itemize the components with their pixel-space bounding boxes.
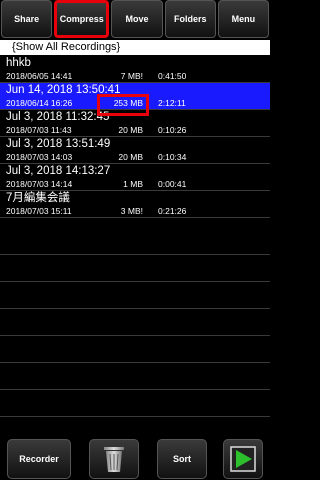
- recording-row[interactable]: 7月編集会議 2018/07/03 15:11 3 MB! 0:21:26: [0, 191, 270, 218]
- recording-date: 2018/07/03 11:43: [6, 125, 72, 135]
- recording-duration: 0:21:26: [158, 206, 187, 216]
- recording-row[interactable]: Jul 3, 2018 14:13:27 2018/07/03 14:14 1 …: [0, 164, 270, 191]
- empty-row-divider: [0, 281, 270, 282]
- recording-row[interactable]: hhkb 2018/06/05 14:41 7 MB! 0:41:50: [0, 56, 270, 83]
- trash-can-icon: [104, 447, 124, 472]
- empty-row-divider: [0, 308, 270, 309]
- recording-duration: 0:10:34: [158, 152, 187, 162]
- recording-row[interactable]: Jul 3, 2018 13:51:49 2018/07/03 14:03 20…: [0, 137, 270, 164]
- empty-row-divider: [0, 254, 270, 255]
- sort-button[interactable]: Sort: [157, 439, 207, 479]
- menu-button[interactable]: Menu: [217, 0, 270, 38]
- recording-duration: 0:41:50: [158, 71, 187, 81]
- recording-title: Jul 3, 2018 13:51:49: [6, 138, 111, 150]
- recording-size: 20 MB: [118, 152, 143, 162]
- empty-row-divider: [0, 362, 270, 363]
- empty-row-divider: [0, 416, 270, 417]
- recording-size: 20 MB: [118, 125, 143, 135]
- recording-date: 2018/06/14 16:26: [6, 98, 73, 108]
- recording-date: 2018/07/03 15:11: [6, 206, 72, 216]
- play-button[interactable]: [223, 439, 263, 479]
- show-all-recordings-filter[interactable]: {Show All Recordings}: [0, 40, 270, 55]
- recording-date: 2018/07/03 14:14: [6, 179, 73, 189]
- recording-size: 1 MB: [123, 179, 143, 189]
- recording-title: 7月編集会議: [6, 192, 70, 204]
- play-icon: [230, 446, 256, 472]
- recording-date: 2018/07/03 14:03: [6, 152, 73, 162]
- recorder-button[interactable]: Recorder: [7, 439, 71, 479]
- recording-title: Jul 3, 2018 11:32:45: [6, 111, 110, 123]
- recording-date: 2018/06/05 14:41: [6, 71, 73, 81]
- recording-title: Jul 3, 2018 14:13:27: [6, 165, 111, 177]
- size-highlight-box: [97, 94, 149, 116]
- recording-title: hhkb: [6, 57, 31, 69]
- move-button[interactable]: Move: [111, 0, 163, 38]
- top-toolbar: Share Compress Move Folders Menu: [0, 0, 270, 40]
- folders-button[interactable]: Folders: [164, 0, 216, 38]
- compress-button[interactable]: Compress: [54, 0, 110, 38]
- bottom-toolbar: Recorder Sort: [0, 438, 270, 480]
- empty-row-divider: [0, 335, 270, 336]
- empty-row-divider: [0, 389, 270, 390]
- recording-duration: 0:00:41: [158, 179, 187, 189]
- recording-size: 3 MB!: [120, 206, 143, 216]
- recordings-list: hhkb 2018/06/05 14:41 7 MB! 0:41:50 Jun …: [0, 56, 270, 218]
- recording-size: 7 MB!: [120, 71, 143, 81]
- trash-button[interactable]: [89, 439, 139, 479]
- recording-duration: 0:10:26: [158, 125, 187, 135]
- recording-duration: 2:12:11: [158, 98, 186, 108]
- share-button[interactable]: Share: [1, 0, 53, 38]
